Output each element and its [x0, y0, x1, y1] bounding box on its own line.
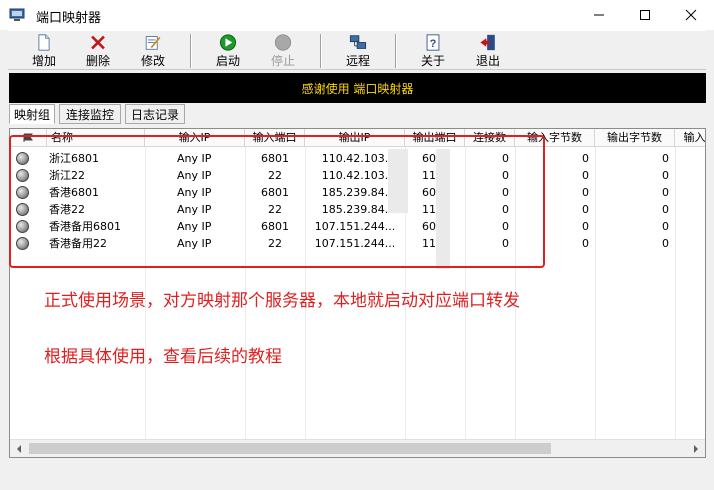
chevron-right-icon	[694, 444, 698, 453]
start-icon	[219, 34, 237, 51]
title-bar: 端口映射器	[0, 0, 714, 30]
cell-out-bytes: 0	[662, 220, 669, 233]
welcome-banner: 感谢使用 端口映射器	[9, 73, 706, 103]
maximize-icon	[640, 10, 650, 20]
about-icon: ?	[426, 34, 440, 51]
exit-icon	[480, 34, 495, 51]
edit-icon	[145, 36, 161, 50]
cell-out-bytes: 0	[662, 186, 669, 199]
chevron-left-icon	[17, 444, 21, 453]
stop-icon	[274, 34, 292, 51]
toolbar: 增加 删除 修改 启动 停止 远程 ? 关于 退出	[8, 30, 706, 70]
toolbar-separator	[395, 34, 397, 68]
stop-button[interactable]: 停止	[263, 33, 303, 69]
delete-icon	[91, 35, 105, 50]
close-icon	[685, 9, 697, 21]
about-button[interactable]: ? 关于	[413, 33, 453, 69]
svg-text:?: ?	[430, 38, 437, 50]
window-title: 端口映射器	[36, 11, 102, 26]
app-icon	[9, 8, 25, 21]
tab-connection-monitor[interactable]: 连接监控	[59, 104, 121, 124]
cell-out-bytes: 0	[662, 169, 669, 182]
minimize-icon	[594, 14, 604, 16]
cell-out-bytes: 0	[662, 237, 669, 250]
maximize-button[interactable]	[622, 0, 668, 30]
exit-button[interactable]: 退出	[468, 33, 508, 69]
remote-icon	[349, 35, 367, 49]
delete-button[interactable]: 删除	[78, 33, 118, 69]
add-icon	[38, 34, 50, 51]
tab-log[interactable]: 日志记录	[125, 104, 185, 124]
annotation-line-2: 根据具体使用，查看后续的教程	[44, 347, 282, 367]
remote-button[interactable]: 远程	[338, 33, 378, 69]
add-button[interactable]: 增加	[24, 33, 64, 69]
horizontal-scrollbar[interactable]	[10, 439, 705, 457]
cell-out-bytes: 0	[662, 152, 669, 165]
tab-mapping-group[interactable]: 映射组	[9, 104, 55, 124]
header-in-more[interactable]: 输入	[675, 129, 705, 147]
annotation-highlight-box	[9, 135, 545, 268]
scroll-thumb[interactable]	[29, 443, 551, 454]
scroll-left-button[interactable]	[10, 440, 28, 457]
cell-out-bytes: 0	[662, 203, 669, 216]
scroll-right-button[interactable]	[687, 440, 705, 457]
annotation-line-1: 正式使用场景，对方映射那个服务器，本地就启动对应端口转发	[44, 291, 520, 311]
edit-button[interactable]: 修改	[133, 33, 173, 69]
header-out-bytes[interactable]: 输出字节数	[595, 129, 675, 147]
minimize-button[interactable]	[576, 0, 622, 30]
start-button[interactable]: 启动	[208, 33, 248, 69]
toolbar-separator	[190, 34, 192, 68]
toolbar-separator	[320, 34, 322, 68]
close-button[interactable]	[668, 0, 714, 30]
